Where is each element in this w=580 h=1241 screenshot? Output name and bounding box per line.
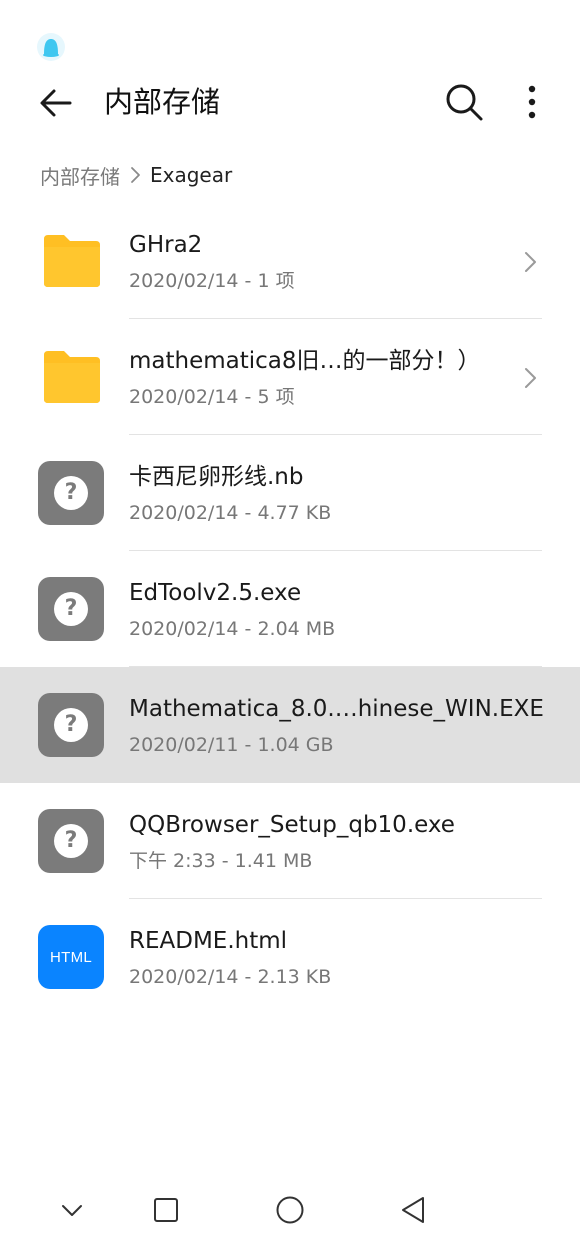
- chevron-right-icon: [525, 368, 536, 388]
- search-icon: [446, 84, 483, 121]
- list-item-selected[interactable]: ? Mathematica_8.0.…hinese_WIN.EXE 2020/0…: [0, 667, 580, 783]
- folder-icon: [44, 235, 100, 287]
- qq-penguin-icon: [37, 33, 65, 61]
- list-item[interactable]: mathematica8旧…的一部分！） 2020/02/14 - 5 项: [0, 319, 580, 435]
- list-item[interactable]: ? EdToolv2.5.exe 2020/02/14 - 2.04 MB: [0, 551, 580, 667]
- file-name: Mathematica_8.0.…hinese_WIN.EXE: [129, 696, 544, 722]
- recents-square-icon[interactable]: [146, 1190, 186, 1230]
- search-button[interactable]: [440, 78, 488, 126]
- html-file-icon: HTML: [38, 925, 104, 989]
- system-nav-bar: [0, 1180, 580, 1241]
- app-bar: 内部存储: [0, 70, 580, 134]
- file-meta: 2020/02/14 - 2.04 MB: [129, 618, 336, 640]
- status-bar: [0, 0, 580, 70]
- breadcrumb-current: Exagear: [150, 163, 233, 187]
- chevron-down-icon[interactable]: [52, 1190, 92, 1230]
- unknown-file-icon: ?: [38, 577, 104, 641]
- file-meta: 2020/02/11 - 1.04 GB: [129, 734, 334, 756]
- file-meta: 2020/02/14 - 5 项: [129, 386, 295, 408]
- page-title: 内部存储: [104, 85, 221, 119]
- file-meta: 下午 2:33 - 1.41 MB: [129, 850, 313, 872]
- folder-icon: [44, 351, 100, 403]
- chevron-right-icon: [131, 167, 140, 183]
- arrow-left-icon: [40, 89, 72, 117]
- file-name: GHra2: [129, 232, 203, 258]
- breadcrumb-root[interactable]: 内部存储: [40, 161, 120, 190]
- unknown-file-icon: ?: [38, 693, 104, 757]
- file-meta: 2020/02/14 - 4.77 KB: [129, 502, 332, 524]
- list-item[interactable]: GHra2 2020/02/14 - 1 项: [0, 203, 580, 319]
- home-circle-icon[interactable]: [270, 1190, 310, 1230]
- file-meta: 2020/02/14 - 2.13 KB: [129, 966, 332, 988]
- file-name: QQBrowser_Setup_qb10.exe: [129, 812, 455, 838]
- file-name: README.html: [129, 928, 288, 954]
- back-triangle-icon[interactable]: [394, 1190, 434, 1230]
- unknown-file-icon: ?: [38, 809, 104, 873]
- back-button[interactable]: [34, 80, 80, 126]
- file-name: 卡西尼卵形线.nb: [129, 464, 304, 490]
- more-vertical-icon: [528, 85, 536, 119]
- unknown-file-icon: ?: [38, 461, 104, 525]
- chevron-right-icon: [525, 252, 536, 272]
- breadcrumb: 内部存储 Exagear: [40, 160, 232, 190]
- file-list: GHra2 2020/02/14 - 1 项 mathematica8旧…的一部…: [0, 203, 580, 1015]
- list-item[interactable]: ? QQBrowser_Setup_qb10.exe 下午 2:33 - 1.4…: [0, 783, 580, 899]
- file-meta: 2020/02/14 - 1 项: [129, 270, 295, 292]
- file-name: EdToolv2.5.exe: [129, 580, 302, 606]
- list-item[interactable]: ? 卡西尼卵形线.nb 2020/02/14 - 4.77 KB: [0, 435, 580, 551]
- file-name: mathematica8旧…的一部分！）: [129, 348, 481, 374]
- list-item[interactable]: HTML README.html 2020/02/14 - 2.13 KB: [0, 899, 580, 1015]
- more-options-button[interactable]: [512, 78, 552, 126]
